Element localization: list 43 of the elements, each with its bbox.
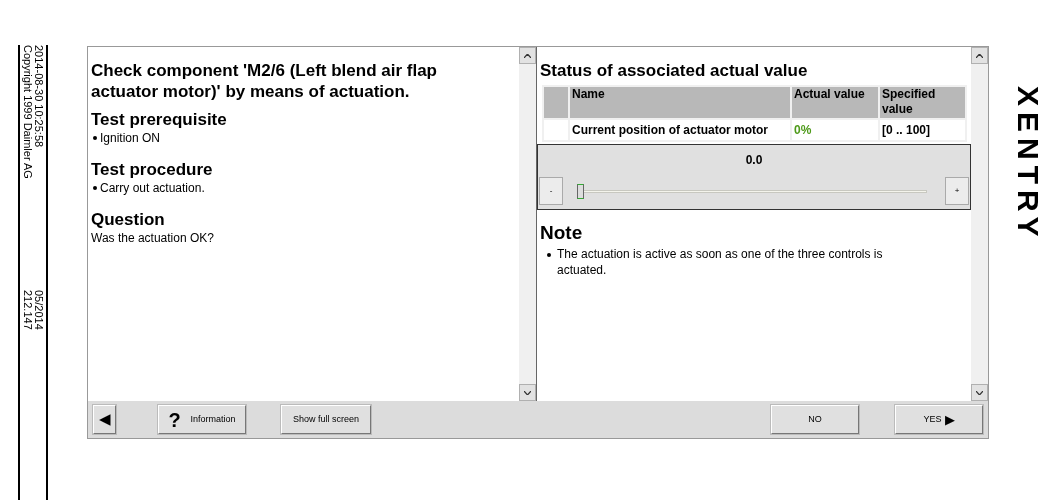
scroll-down-button[interactable] (519, 384, 536, 401)
bullet-item: Carry out actuation. (100, 180, 205, 196)
play-icon: ▶ (944, 409, 955, 430)
timestamp: 2014-08-30 10:25:58 (33, 45, 44, 150)
bullet-item: Ignition ON (100, 130, 161, 146)
decrease-button[interactable]: - (539, 177, 563, 205)
table-cell (543, 119, 569, 141)
no-button[interactable]: NO (771, 405, 859, 434)
slider-reading: 0.0 (745, 152, 763, 169)
scroll-up-button[interactable] (971, 47, 988, 64)
table-cell: [0 .. 100] (879, 119, 966, 141)
chevron-up-icon (524, 53, 531, 58)
section-heading: Question (91, 210, 166, 230)
slider-thumb[interactable] (577, 183, 584, 199)
copyright-text: Copyright 1999 Daimler AG (22, 45, 33, 179)
table-cell: 0% (791, 119, 879, 141)
logo: XENTRY (1013, 86, 1043, 243)
table-cell: Current position of actuator motor (569, 119, 791, 141)
component-check-title: Check component 'M2/6 (Left blend air flap actuator motor)' by means of actuation. (91, 60, 438, 102)
section-heading: Test prerequisite (91, 110, 228, 130)
note-text: The actuation is active as soon as one of the three controls is actuated. (557, 246, 884, 278)
increase-button[interactable]: + (945, 177, 969, 205)
section-heading: Test procedure (91, 160, 214, 180)
status-title: Status of associated actual value (539, 60, 809, 81)
scroll-down-button[interactable] (971, 384, 988, 401)
note-heading: Note (539, 222, 584, 244)
chevron-down-icon (524, 390, 531, 395)
version-number: 212.147 (22, 290, 33, 330)
question-text: Was the actuation OK? (91, 230, 215, 246)
information-button[interactable]: ? Information (158, 405, 246, 434)
header-cell (543, 86, 569, 119)
yes-button[interactable]: YES ▶ (895, 405, 983, 434)
bullet-icon (93, 186, 97, 190)
column-header: Name (569, 86, 791, 119)
chevron-down-icon (976, 390, 983, 395)
chevron-up-icon (976, 53, 983, 58)
bullet-icon (547, 253, 551, 257)
back-button[interactable]: ◀ (93, 405, 116, 434)
help-icon: ? (168, 409, 181, 430)
bullet-icon (93, 136, 97, 140)
scroll-up-button[interactable] (519, 47, 536, 64)
full-screen-button[interactable]: Show full screen (281, 405, 371, 434)
release-date: 05/2014 (33, 290, 44, 330)
